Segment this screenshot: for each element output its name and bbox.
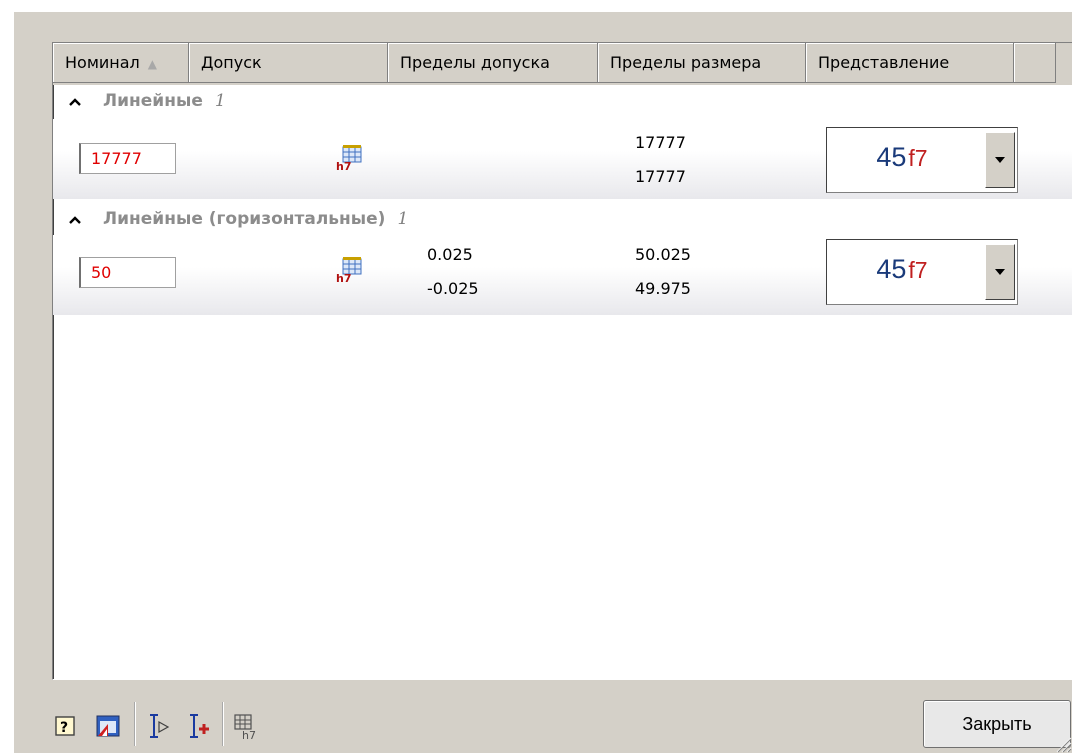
group-count: 1 bbox=[214, 91, 226, 111]
column-header-label: Допуск bbox=[201, 53, 262, 72]
group-title: Линейные (горизонтальные) bbox=[103, 209, 386, 229]
representation-label: 45f7 bbox=[827, 254, 977, 285]
column-header-label: Представление bbox=[818, 53, 950, 72]
column-header-label: Номинал bbox=[65, 53, 140, 72]
dropdown-button[interactable] bbox=[985, 132, 1015, 188]
tolerance-table-icon[interactable]: h7 bbox=[232, 712, 260, 740]
collapse-chevron-icon[interactable] bbox=[67, 94, 83, 110]
add-dimension-icon[interactable] bbox=[184, 712, 212, 740]
repr-nominal: 45 bbox=[876, 142, 907, 172]
nominal-input[interactable]: 17777 bbox=[79, 143, 176, 174]
column-header-nominal[interactable]: Номинал ▲ bbox=[53, 43, 189, 83]
size-lower: 17777 bbox=[635, 167, 686, 186]
grid-header: Номинал ▲ Допуск Пределы допуска Пределы … bbox=[53, 43, 1072, 85]
close-button[interactable]: Закрыть bbox=[923, 700, 1071, 748]
column-header-size-limits[interactable]: Пределы размера bbox=[598, 43, 806, 83]
representation-select[interactable]: 45f7 bbox=[826, 239, 1018, 305]
tolerance-grid: Номинал ▲ Допуск Пределы допуска Пределы … bbox=[52, 42, 1072, 680]
group-header-linear[interactable]: Линейные 1 bbox=[53, 85, 1072, 119]
size-upper: 50.025 bbox=[635, 245, 691, 264]
column-header-label: Пределы размера bbox=[610, 53, 762, 72]
select-dimension-icon[interactable] bbox=[144, 712, 172, 740]
collapse-chevron-icon[interactable] bbox=[67, 212, 83, 228]
toolbar-separator bbox=[222, 702, 223, 746]
repr-tolerance: f7 bbox=[908, 145, 928, 171]
tolerance-lower: -0.025 bbox=[427, 279, 479, 298]
column-header-label: Пределы допуска bbox=[400, 53, 550, 72]
dialog: Номинал ▲ Допуск Пределы допуска Пределы … bbox=[14, 12, 1072, 753]
sort-ascending-icon: ▲ bbox=[147, 57, 158, 71]
h7-tolerance-icon[interactable]: h7 bbox=[335, 257, 363, 283]
resize-grip-icon[interactable] bbox=[1054, 735, 1072, 753]
tolerance-upper: 0.025 bbox=[427, 245, 473, 264]
repr-nominal: 45 bbox=[876, 254, 907, 284]
column-header-tolerance-limits[interactable]: Пределы допуска bbox=[388, 43, 598, 83]
svg-text:h7: h7 bbox=[336, 160, 352, 171]
repr-tolerance: f7 bbox=[908, 257, 928, 283]
table-row[interactable]: 50 h7 0.025 -0.025 50.025 49.975 45f7 bbox=[53, 235, 1072, 315]
column-header-filler bbox=[1014, 43, 1056, 83]
h7-tolerance-icon[interactable]: h7 bbox=[335, 145, 363, 171]
dropdown-button[interactable] bbox=[985, 244, 1015, 300]
representation-label: 45f7 bbox=[827, 142, 977, 173]
group-header-linear-horizontal[interactable]: Линейные (горизонтальные) 1 bbox=[53, 203, 1072, 237]
representation-select[interactable]: 45f7 bbox=[826, 127, 1018, 193]
help-icon[interactable]: ? bbox=[52, 712, 80, 740]
svg-text:h7: h7 bbox=[242, 729, 256, 740]
group-count: 1 bbox=[397, 209, 409, 229]
column-header-representation[interactable]: Представление bbox=[806, 43, 1014, 83]
size-upper: 17777 bbox=[635, 133, 686, 152]
size-lower: 49.975 bbox=[635, 279, 691, 298]
toolbar-separator bbox=[134, 702, 135, 746]
svg-text:?: ? bbox=[60, 720, 68, 736]
chevron-down-icon bbox=[995, 157, 1005, 163]
svg-text:h7: h7 bbox=[336, 272, 352, 283]
group-title: Линейные bbox=[103, 91, 203, 111]
settings-icon[interactable] bbox=[94, 712, 122, 740]
table-row[interactable]: 17777 h7 17777 17777 45f7 bbox=[53, 119, 1072, 199]
chevron-down-icon bbox=[995, 269, 1005, 275]
column-header-tolerance[interactable]: Допуск bbox=[189, 43, 388, 83]
nominal-input[interactable]: 50 bbox=[79, 257, 176, 288]
